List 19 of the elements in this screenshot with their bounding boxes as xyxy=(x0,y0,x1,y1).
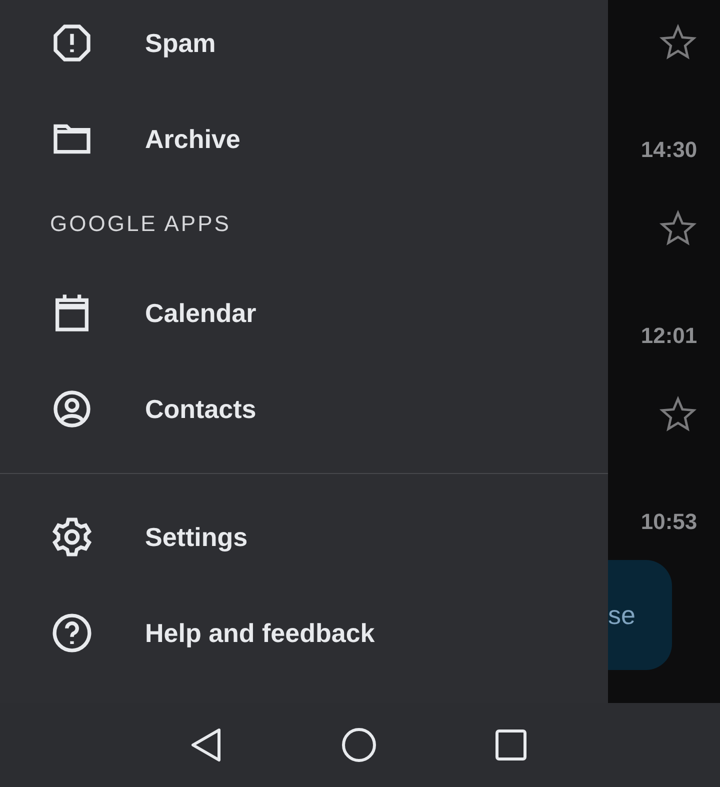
section-header: GOOGLE APPS xyxy=(49,210,232,238)
settings-icon xyxy=(50,515,94,559)
recents-icon[interactable] xyxy=(495,729,527,761)
drawer-item[interactable]: Settings xyxy=(0,489,608,585)
star-icon[interactable] xyxy=(659,23,697,61)
mail-time: 10:53 xyxy=(640,510,698,534)
drawer-item[interactable]: Archive xyxy=(0,91,608,187)
drawer-item[interactable]: Calendar xyxy=(0,265,608,361)
mail-time: 12:01 xyxy=(640,324,698,348)
back-icon[interactable] xyxy=(189,727,223,763)
drawer-item[interactable]: Spam xyxy=(0,0,608,91)
mail-time: 14:30 xyxy=(640,138,698,162)
help-icon xyxy=(50,611,94,655)
drawer-item[interactable]: Help and feedback xyxy=(0,585,608,681)
star-icon[interactable] xyxy=(659,209,697,247)
home-icon[interactable] xyxy=(341,727,377,763)
drawer-item[interactable]: Contacts xyxy=(0,361,608,457)
star-icon[interactable] xyxy=(659,395,697,433)
compose-button[interactable]: se xyxy=(608,560,672,670)
